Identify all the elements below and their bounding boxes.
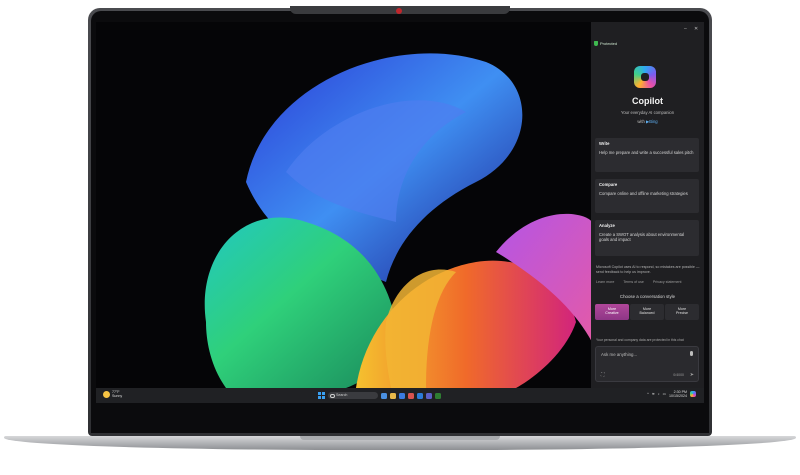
clock-date: 10/15/2024 [669,394,687,398]
copilot-panel: – ✕ Protected Copilot Your everyday AI c… [591,22,704,388]
clock[interactable]: 2:30 PM 10/15/2024 [669,390,687,398]
copilot-taskbar-icon[interactable] [381,392,387,399]
card-text: Compare online and offline marketing str… [599,191,688,196]
teams-icon[interactable] [426,392,432,399]
bing-attribution: with ▶Bing [591,119,704,124]
app-icon[interactable] [435,392,441,399]
weather-desc: Sunny [112,394,123,398]
terms-link[interactable]: Terms of use [623,280,644,284]
edge-icon[interactable] [399,392,405,399]
style-line2: Precise [676,311,688,316]
learn-more-link[interactable]: Learn more [596,280,614,284]
style-creative-button[interactable]: More Creative [595,304,629,320]
conversation-style-selector: More Creative More Balanced More Precise [595,304,699,320]
prompt-card-write[interactable]: Write Help me prepare and write a succes… [595,138,699,172]
scan-icon[interactable]: ⛶ [601,372,605,378]
card-text: Help me prepare and write a successful s… [599,150,694,155]
prompt-card-analyze[interactable]: Analyze Create a SWOT analysis about env… [595,220,699,256]
style-precise-button[interactable]: More Precise [665,304,699,320]
taskbar-search[interactable]: Search [328,392,378,399]
protected-label: Protected [600,41,618,46]
weather-widget[interactable]: 77°F Sunny [112,390,122,398]
protected-badge: Protected [594,40,628,48]
card-heading: Analyze [599,223,615,228]
card-heading: Compare [599,182,618,187]
privacy-link[interactable]: Privacy statement [653,280,682,284]
copilot-logo-icon [634,66,656,88]
screen-chin [91,404,709,433]
shield-icon [594,41,598,47]
bing-label: Bing [649,119,658,124]
ai-disclaimer: Microsoft Copilot uses AI to respond, so… [596,265,700,274]
file-explorer-icon[interactable] [390,392,396,399]
volume-icon[interactable]: ♪ [658,392,660,396]
style-line2: Balanced [639,311,655,316]
prompt-card-compare[interactable]: Compare Compare online and offline marke… [595,179,699,213]
style-line2: Creative [605,311,619,316]
store-icon[interactable] [408,392,414,399]
windows-start-icon[interactable] [318,392,325,399]
base-lip [300,436,500,440]
wallpaper-art [204,53,592,388]
desktop-wallpaper [96,22,592,388]
copilot-subtitle: Your everyday AI companion [620,110,675,115]
conversation-style-heading: Choose a conversation style [619,294,676,299]
chevron-up-icon[interactable]: ^ [647,392,649,396]
card-heading: Write [599,141,610,146]
minimize-button[interactable]: – [684,26,687,32]
data-protection-note: Your personal and company data are prote… [596,338,684,342]
battery-icon[interactable]: ▭ [663,392,666,396]
webcam-indicator [396,8,402,14]
weather-sun-icon[interactable] [103,391,110,398]
chat-input-placeholder: Ask me anything... [601,352,638,357]
system-tray: ^ ≋ ♪ ▭ 2:30 PM 10/15/2024 [647,390,696,398]
footer-links: Learn more Terms of use Privacy statemen… [596,280,700,284]
with-label: with [637,119,645,124]
copilot-title: Copilot [632,96,663,106]
card-text: Create a SWOT analysis about environment… [599,232,685,243]
mail-icon[interactable] [417,392,423,399]
chat-input-box[interactable]: Ask me anything... ⛶ 0/4000 ➤ [595,346,699,382]
taskbar: 77°F Sunny Search ^ ≋ ♪ ▭ 2:30 PM 10/15/… [96,388,704,403]
mic-icon[interactable] [690,351,693,356]
close-button[interactable]: ✕ [694,26,698,32]
send-icon[interactable]: ➤ [690,372,694,378]
char-count: 0/4000 [673,373,684,377]
copilot-tray-icon[interactable] [690,391,696,397]
style-balanced-button[interactable]: More Balanced [630,304,664,320]
wifi-icon[interactable]: ≋ [652,392,655,396]
screen: – ✕ Protected Copilot Your everyday AI c… [96,22,704,403]
taskbar-apps: Search [318,391,441,400]
